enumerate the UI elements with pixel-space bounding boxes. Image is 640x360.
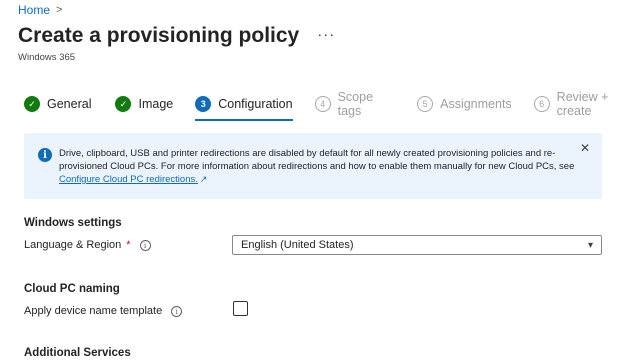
step-label: General <box>47 97 92 111</box>
step-label: Configuration <box>218 97 293 111</box>
step-configuration[interactable]: 3 Configuration <box>195 94 293 121</box>
step-assignments[interactable]: 5 Assignments <box>417 94 512 114</box>
chevron-right-icon: > <box>56 4 63 16</box>
step-scope-tags[interactable]: 4 Scope tags <box>314 90 396 118</box>
info-message-text: Drive, clipboard, USB and printer redire… <box>59 148 575 172</box>
cloud-pc-naming-heading: Cloud PC naming <box>24 283 120 295</box>
step-review-create[interactable]: 6 Review + create <box>533 90 640 118</box>
step-general[interactable]: ✓ General <box>24 94 91 114</box>
additional-services-heading: Additional Services <box>24 347 131 359</box>
step-image[interactable]: ✓ Image <box>115 94 173 114</box>
windows-settings-heading: Windows settings <box>24 217 122 229</box>
device-name-template-checkbox[interactable] <box>233 301 248 316</box>
step-label: Assignments <box>440 97 512 111</box>
language-region-select[interactable]: English (United States) ▾ <box>232 235 602 255</box>
breadcrumb-home-link[interactable]: Home <box>18 3 50 17</box>
chevron-down-icon: ▾ <box>587 239 593 251</box>
language-region-label-text: Language & Region <box>24 239 122 251</box>
configure-redirections-link[interactable]: Configure Cloud PC redirections. <box>59 174 198 185</box>
step-label: Image <box>138 97 174 111</box>
wizard-steps: ✓ General ✓ Image 3 Configuration 4 Scop… <box>24 90 640 121</box>
step-number-icon: 6 <box>533 96 550 112</box>
language-region-value: English (United States) <box>241 239 354 251</box>
step-number-icon: 4 <box>314 96 331 112</box>
title-row: Create a provisioning policy ··· <box>18 24 335 48</box>
step-label: Scope tags <box>337 90 374 118</box>
page-subtitle: Windows 365 <box>18 52 76 63</box>
external-link-icon: ↗ <box>199 174 208 184</box>
required-marker: * <box>126 239 131 251</box>
info-banner: i Drive, clipboard, USB and printer redi… <box>24 133 602 199</box>
info-message: Drive, clipboard, USB and printer redire… <box>59 148 579 187</box>
close-icon[interactable]: ✕ <box>580 141 590 155</box>
breadcrumb: Home > <box>18 3 62 17</box>
checkmark-icon: ✓ <box>115 96 132 112</box>
step-number-icon: 3 <box>195 96 212 112</box>
device-name-template-label: Apply device name template i <box>24 305 183 317</box>
info-icon: i <box>38 148 52 162</box>
step-number-icon: 5 <box>417 96 434 112</box>
info-tooltip-icon[interactable]: i <box>171 305 183 317</box>
language-region-label: Language & Region * i <box>24 239 151 251</box>
step-label: Review + create <box>556 90 609 118</box>
page-title: Create a provisioning policy <box>18 24 300 47</box>
more-options-icon[interactable]: ··· <box>317 26 335 43</box>
info-tooltip-icon[interactable]: i <box>139 239 151 251</box>
checkmark-icon: ✓ <box>24 96 40 112</box>
device-name-template-label-text: Apply device name template <box>24 305 163 317</box>
